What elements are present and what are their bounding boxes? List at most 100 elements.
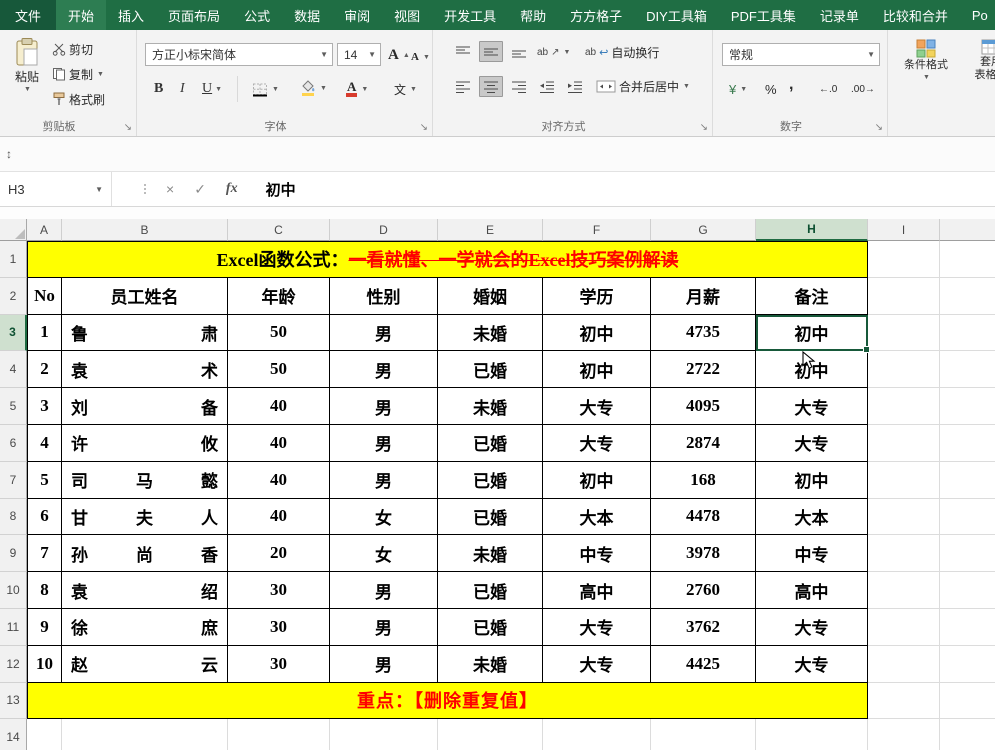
footer-banner-cell[interactable]: 重点：【删除重复值】: [27, 683, 868, 720]
align-top-button[interactable]: [451, 41, 475, 62]
row-header-3[interactable]: 3: [0, 315, 27, 352]
cell-education-row10[interactable]: 高中: [543, 572, 651, 609]
cell-gender-row7[interactable]: 男: [330, 462, 438, 499]
row-header-1[interactable]: 1: [0, 241, 27, 278]
cell-note-row7[interactable]: 初中: [756, 462, 868, 499]
cell-age-row5[interactable]: 40: [228, 388, 330, 425]
cell-salary-row9[interactable]: 3978: [651, 535, 756, 572]
row-header-6[interactable]: 6: [0, 425, 27, 462]
align-bottom-button[interactable]: [507, 41, 531, 62]
cell-marriage-row8[interactable]: 已婚: [438, 499, 543, 536]
alignment-dialog-launcher-icon[interactable]: ↘: [700, 123, 708, 133]
cell-no-row11[interactable]: 9: [27, 609, 62, 646]
row-header-14[interactable]: 14: [0, 719, 27, 750]
cell-no-row8[interactable]: 6: [27, 499, 62, 536]
formula-bar-value[interactable]: 初中: [266, 179, 296, 200]
cell-marriage-row5[interactable]: 未婚: [438, 388, 543, 425]
cell-age-row10[interactable]: 30: [228, 572, 330, 609]
paste-button[interactable]: 粘贴 ▼: [4, 37, 50, 93]
cell-note-row4[interactable]: 初中: [756, 351, 868, 388]
customize-toolbar-icon[interactable]: ↕: [6, 147, 12, 161]
cell-education-row6[interactable]: 大专: [543, 425, 651, 462]
cell-salary-row8[interactable]: 4478: [651, 499, 756, 536]
ribbon-tab-10[interactable]: 帮助: [508, 0, 558, 30]
cell-age-row9[interactable]: 20: [228, 535, 330, 572]
align-left-button[interactable]: [451, 76, 475, 97]
cell-name-row4[interactable]: 袁术: [62, 351, 228, 388]
cell-no-row4[interactable]: 2: [27, 351, 62, 388]
italic-button[interactable]: I: [180, 79, 185, 99]
title-banner-cell[interactable]: Excel函数公式：一看就懂、一学就会的Excel技巧案例解读: [27, 241, 868, 278]
cell-gender-row8[interactable]: 女: [330, 499, 438, 536]
cell-note-row12[interactable]: 大专: [756, 646, 868, 683]
cell-note-row6[interactable]: 大专: [756, 425, 868, 462]
cell-gender-row3[interactable]: 男: [330, 315, 438, 352]
cell-gender-row11[interactable]: 男: [330, 609, 438, 646]
select-all-button[interactable]: [0, 219, 27, 241]
cell-note-row10[interactable]: 高中: [756, 572, 868, 609]
cell-I9[interactable]: [868, 535, 940, 572]
cell-age-row8[interactable]: 40: [228, 499, 330, 536]
fill-color-button[interactable]: ▼: [300, 78, 327, 98]
header-cell-6[interactable]: 学历: [543, 278, 651, 315]
cell-note-row11[interactable]: 大专: [756, 609, 868, 646]
phonetic-guide-button[interactable]: 文 ▼: [394, 79, 417, 99]
cell-I10[interactable]: [868, 572, 940, 609]
cell-no-row9[interactable]: 7: [27, 535, 62, 572]
ribbon-tab-14[interactable]: 记录单: [808, 0, 871, 30]
insert-function-button[interactable]: fx: [226, 181, 238, 197]
cell-marriage-row3[interactable]: 未婚: [438, 315, 543, 352]
cell-note-row5[interactable]: 大专: [756, 388, 868, 425]
cell-gender-row10[interactable]: 男: [330, 572, 438, 609]
ribbon-tab-2[interactable]: 开始: [56, 0, 106, 30]
empty-cell-row14-col4[interactable]: [330, 719, 438, 750]
comma-style-button[interactable]: ,: [789, 75, 793, 95]
ribbon-tab-9[interactable]: 开发工具: [432, 0, 508, 30]
font-color-button[interactable]: A ▼: [346, 79, 368, 99]
row-header-12[interactable]: 12: [0, 646, 27, 683]
cell-no-row7[interactable]: 5: [27, 462, 62, 499]
percent-style-button[interactable]: %: [765, 79, 777, 99]
cell-no-row10[interactable]: 8: [27, 572, 62, 609]
cell-salary-row6[interactable]: 2874: [651, 425, 756, 462]
cell-name-row9[interactable]: 孙尚香: [62, 535, 228, 572]
empty-cell-row14-col9[interactable]: [868, 719, 940, 750]
increase-decimal-button[interactable]: ←.0: [819, 79, 837, 99]
cell-I3[interactable]: [868, 315, 940, 352]
cell-I7[interactable]: [868, 462, 940, 499]
cell-marriage-row12[interactable]: 未婚: [438, 646, 543, 683]
column-header-C[interactable]: C: [228, 219, 330, 241]
cell-salary-row12[interactable]: 4425: [651, 646, 756, 683]
cell-I12[interactable]: [868, 646, 940, 683]
cancel-button[interactable]: ×: [166, 181, 174, 197]
decrease-font-size-button[interactable]: A▼: [411, 47, 430, 67]
cut-button[interactable]: 剪切: [52, 39, 93, 59]
cell-marriage-row10[interactable]: 已婚: [438, 572, 543, 609]
clipboard-dialog-launcher-icon[interactable]: ↘: [124, 123, 132, 133]
cell-note-row9[interactable]: 中专: [756, 535, 868, 572]
cell-I2[interactable]: [868, 278, 940, 315]
row-header-11[interactable]: 11: [0, 609, 27, 646]
bold-button[interactable]: B: [154, 79, 163, 99]
ribbon-tab-6[interactable]: 数据: [282, 0, 332, 30]
cell-gender-row9[interactable]: 女: [330, 535, 438, 572]
number-dialog-launcher-icon[interactable]: ↘: [875, 123, 883, 133]
ribbon-tab-13[interactable]: PDF工具集: [719, 0, 808, 30]
align-center-button[interactable]: [479, 76, 503, 97]
name-box[interactable]: H3 ▼: [0, 172, 112, 206]
cell-I13[interactable]: [868, 683, 940, 720]
cell-education-row8[interactable]: 大本: [543, 499, 651, 536]
cell-age-row12[interactable]: 30: [228, 646, 330, 683]
ribbon-tab-1[interactable]: 文件: [0, 0, 56, 30]
ribbon-tab-15[interactable]: 比较和合并: [871, 0, 960, 30]
empty-cell-row14-col5[interactable]: [438, 719, 543, 750]
row-header-5[interactable]: 5: [0, 388, 27, 425]
cell-name-row8[interactable]: 甘夫人: [62, 499, 228, 536]
cell-I6[interactable]: [868, 425, 940, 462]
column-header-E[interactable]: E: [438, 219, 543, 241]
header-cell-5[interactable]: 婚姻: [438, 278, 543, 315]
format-as-table-button[interactable]: 套用 表格格: [962, 39, 995, 81]
header-cell-8[interactable]: 备注: [756, 278, 868, 315]
ribbon-tab-8[interactable]: 视图: [382, 0, 432, 30]
row-header-7[interactable]: 7: [0, 462, 27, 499]
